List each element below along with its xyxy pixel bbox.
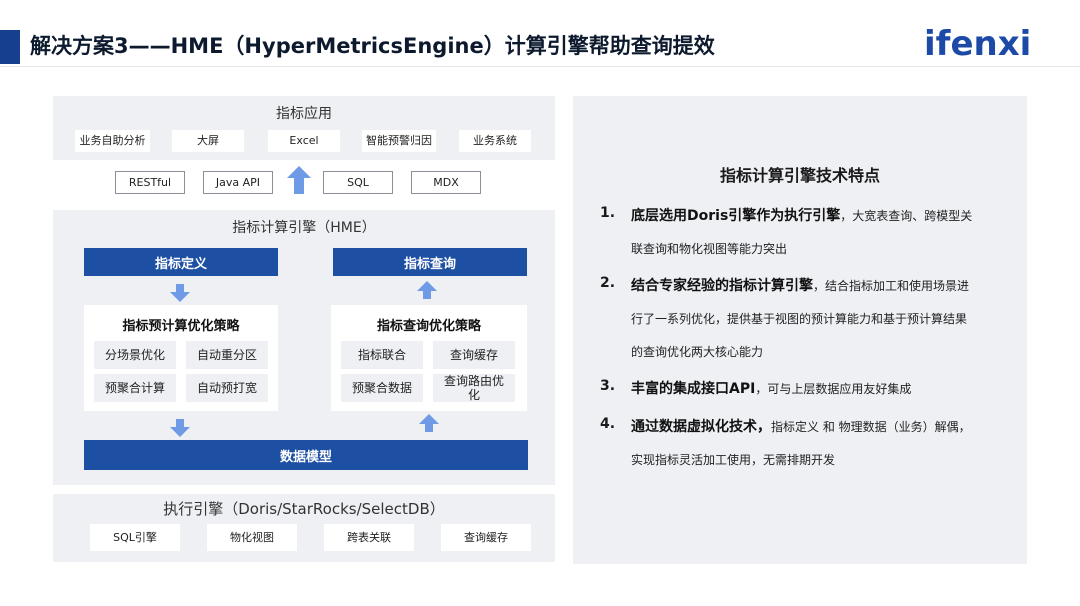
precompute-strategy-title: 指标预计算优化策略 — [122, 319, 240, 334]
feature-number: 1. — [600, 205, 616, 221]
feature-text: 指标定义 和 物理数据（业务）解偶， — [771, 420, 971, 434]
exec-item-sql-engine: SQL引擎 — [90, 524, 180, 551]
metric-definition-bar: 指标定义 — [84, 248, 278, 276]
query-strategy-title: 指标查询优化策略 — [376, 319, 481, 334]
features-title: 指标计算引擎技术特点 — [719, 166, 880, 185]
header-divider — [0, 66, 1080, 67]
app-item-excel: Excel — [268, 130, 340, 152]
feature-highlight: 结合专家经验的指标计算引擎 — [631, 278, 813, 294]
feature-text: ，大宽表查询、跨模型关 — [840, 209, 973, 223]
strategy-metric-union: 指标联合 — [341, 341, 423, 369]
up-arrow-icon — [419, 414, 439, 432]
metric-query-bar: 指标查询 — [333, 248, 527, 276]
app-item-self-analysis: 业务自助分析 — [75, 130, 150, 152]
up-arrow-icon — [417, 281, 437, 299]
strategy-query-routing: 查询路由优化 — [433, 374, 515, 402]
feature-line: 底层选用Doris引擎作为执行引擎，大宽表查询、跨模型关 — [631, 205, 972, 225]
data-model-bar: 数据模型 — [84, 440, 528, 470]
interface-restful: RESTful — [115, 171, 185, 194]
interface-java-api: Java API — [203, 171, 273, 194]
page-title: 解决方案3——HME（HyperMetricsEngine）计算引擎帮助查询提效 — [30, 34, 715, 58]
feature-line: 联查询和物化视图等能力突出 — [631, 242, 788, 256]
feature-highlight: 底层选用Doris引擎作为执行引擎 — [631, 208, 841, 224]
exec-item-materialized-view: 物化视图 — [207, 524, 297, 551]
ifenxi-logo: ifenxi — [924, 24, 1032, 64]
up-arrow-icon — [287, 166, 311, 194]
interface-sql: SQL — [323, 171, 393, 194]
interface-mdx: MDX — [411, 171, 481, 194]
down-arrow-icon — [170, 284, 190, 302]
strategy-auto-widen: 自动预打宽 — [186, 374, 268, 402]
feature-line: 通过数据虚拟化技术，指标定义 和 物理数据（业务）解偶， — [631, 416, 971, 436]
feature-number: 3. — [600, 378, 616, 394]
app-item-bigscreen: 大屏 — [172, 130, 244, 152]
apps-title: 指标应用 — [276, 106, 332, 122]
feature-line: 结合专家经验的指标计算引擎，结合指标加工和使用场景进 — [631, 275, 969, 295]
strategy-auto-repartition: 自动重分区 — [186, 341, 268, 369]
app-item-business-system: 业务系统 — [459, 130, 531, 152]
exec-engine-title: 执行引擎（Doris/StarRocks/SelectDB） — [163, 500, 445, 518]
strategy-preagg-data: 预聚合数据 — [341, 374, 423, 402]
title-accent-bar — [0, 30, 20, 64]
feature-number: 4. — [600, 416, 616, 432]
feature-line: 丰富的集成接口API，可与上层数据应用友好集成 — [631, 378, 911, 398]
strategy-preaggregation: 预聚合计算 — [94, 374, 176, 402]
feature-line: 行了一系列优化，提供基于视图的预计算能力和基于预计算结果 — [631, 312, 968, 326]
exec-item-query-cache: 查询缓存 — [441, 524, 531, 551]
down-arrow-icon — [170, 419, 190, 437]
feature-highlight: 通过数据虚拟化技术， — [631, 419, 771, 435]
exec-item-cross-table-join: 跨表关联 — [324, 524, 414, 551]
feature-line: 实现指标灵活加工使用，无需排期开发 — [631, 453, 836, 467]
feature-text: ，可与上层数据应用友好集成 — [755, 382, 912, 396]
strategy-scene-optimize: 分场景优化 — [94, 341, 176, 369]
hme-title: 指标计算引擎（HME） — [232, 220, 376, 236]
feature-highlight: 丰富的集成接口API — [631, 381, 756, 397]
app-item-alert: 智能预警归因 — [362, 130, 436, 152]
feature-text: ，结合指标加工和使用场景进 — [813, 279, 970, 293]
feature-line: 的查询优化两大核心能力 — [631, 345, 764, 359]
feature-number: 2. — [600, 275, 616, 291]
strategy-query-cache: 查询缓存 — [433, 341, 515, 369]
